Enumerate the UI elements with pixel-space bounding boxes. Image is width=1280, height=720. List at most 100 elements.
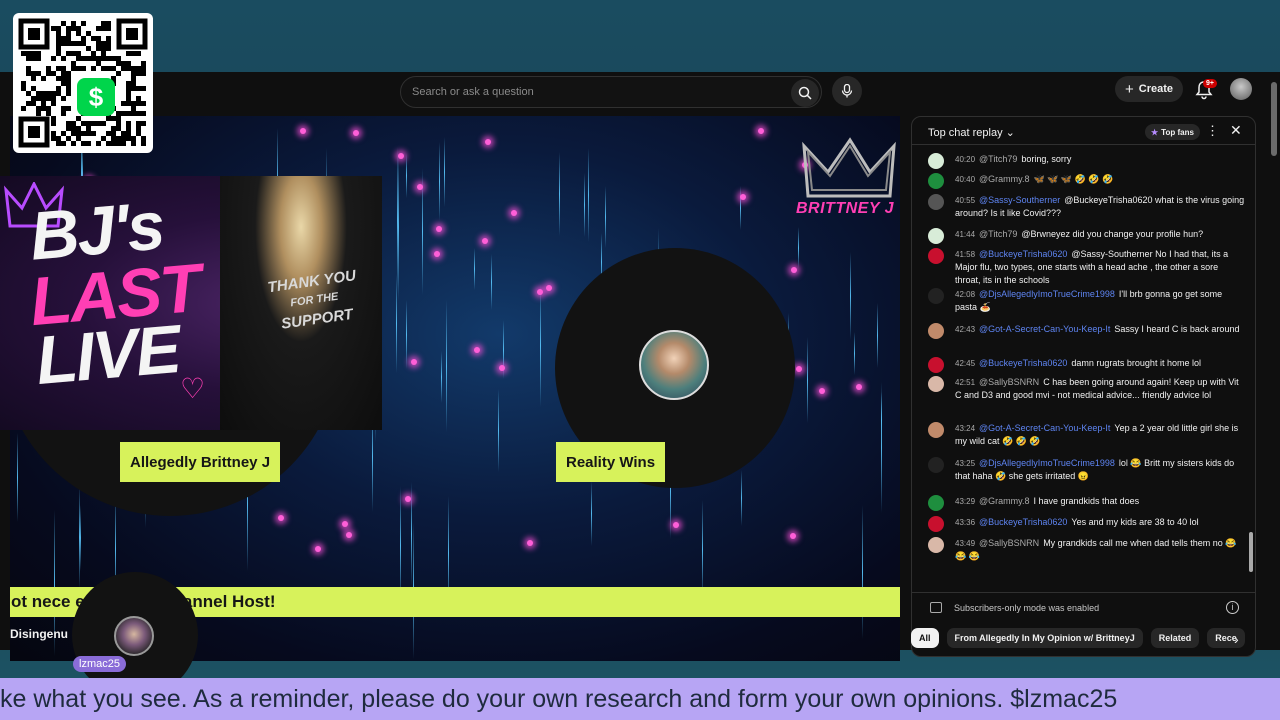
glow-dot xyxy=(342,521,348,527)
chat-author-avatar[interactable] xyxy=(928,228,944,244)
qr-module xyxy=(111,56,116,61)
chat-author-avatar[interactable] xyxy=(928,495,944,511)
voice-search-button[interactable] xyxy=(832,76,862,106)
qr-module xyxy=(56,51,61,56)
qr-module xyxy=(51,116,56,121)
related-filter-chips: All From Allegedly In My Opinion w/ Britt… xyxy=(911,628,1245,650)
qr-module xyxy=(66,71,71,76)
chat-author[interactable]: @Titch79 xyxy=(979,229,1017,239)
qr-module xyxy=(41,76,46,81)
qr-module xyxy=(101,51,106,56)
chat-author-avatar[interactable] xyxy=(928,153,944,169)
qr-module xyxy=(76,136,81,141)
qr-module xyxy=(36,56,41,61)
qr-module xyxy=(136,111,141,116)
qr-module xyxy=(121,61,126,66)
qr-module xyxy=(36,96,41,101)
qr-module xyxy=(31,96,36,101)
more-options-icon[interactable]: ⋮ xyxy=(1206,123,1219,139)
chat-text: I have grandkids that does xyxy=(1033,496,1140,506)
top-fans-label: Top fans xyxy=(1161,127,1194,137)
info-icon[interactable]: i xyxy=(1226,601,1239,614)
chat-message-body: 43:29 @Grammy.8 I have grandkids that does xyxy=(955,495,1246,508)
search-button[interactable] xyxy=(791,79,819,107)
chat-author[interactable]: @SallyBSNRN xyxy=(979,538,1039,548)
light-ray xyxy=(540,284,541,407)
chat-message-body: 43:36 @BuckeyeTrisha0620 Yes and my kids a… xyxy=(955,516,1246,529)
channel-name[interactable]: Disingenu xyxy=(10,627,68,641)
page-scrollbar-thumb[interactable] xyxy=(1271,82,1277,156)
chat-text: Sassy I heard C is back around xyxy=(1114,324,1240,334)
chat-author[interactable]: @DjsAllegedlyImoTrueCrime1998 xyxy=(979,289,1115,299)
qr-module xyxy=(61,66,66,71)
glow-dot xyxy=(856,384,862,390)
chat-author[interactable]: @SallyBSNRN xyxy=(979,377,1039,387)
chat-author-avatar[interactable] xyxy=(928,516,944,532)
page-scrollbar[interactable] xyxy=(1270,72,1278,650)
create-button[interactable]: + Create xyxy=(1115,76,1183,102)
qr-module xyxy=(106,36,111,41)
chat-author-avatar[interactable] xyxy=(928,248,944,264)
glow-dot xyxy=(405,496,411,502)
chat-message: 43:36 @BuckeyeTrisha0620 Yes and my kids a… xyxy=(928,516,1246,532)
qr-module xyxy=(136,86,141,91)
chat-author[interactable]: @BuckeyeTrisha0620 xyxy=(979,517,1067,527)
chat-author[interactable]: @Grammy.8 xyxy=(979,174,1029,184)
chat-author-avatar[interactable] xyxy=(928,376,944,392)
qr-module xyxy=(126,66,131,71)
chevron-right-icon[interactable]: › xyxy=(1234,631,1239,647)
light-ray xyxy=(406,153,407,198)
qr-module xyxy=(106,56,111,61)
chat-author[interactable]: @Titch79 xyxy=(979,154,1017,164)
filter-chip[interactable]: Rece xyxy=(1207,628,1245,648)
chat-author-avatar[interactable] xyxy=(928,288,944,304)
chat-author-avatar[interactable] xyxy=(928,173,944,189)
filter-chip[interactable]: Related xyxy=(1150,628,1200,648)
glow-dot xyxy=(740,194,746,200)
top-fans-button[interactable]: ★ Top fans xyxy=(1145,124,1200,140)
qr-module xyxy=(126,81,131,86)
chat-author-avatar[interactable] xyxy=(928,323,944,339)
light-ray xyxy=(491,254,492,310)
chat-author[interactable]: @Sassy-Southerner xyxy=(979,195,1060,205)
search-box[interactable]: Search or ask a question xyxy=(400,76,822,108)
chat-author[interactable]: @Got-A-Secret-Can-You-Keep-It xyxy=(979,423,1110,433)
qr-module xyxy=(106,66,111,71)
chat-author[interactable]: @Grammy.8 xyxy=(979,496,1029,506)
qr-module xyxy=(86,31,91,36)
filter-chip[interactable]: From Allegedly In My Opinion w/ Brittney… xyxy=(946,628,1143,648)
chat-author-avatar[interactable] xyxy=(928,422,944,438)
chat-author[interactable]: @BuckeyeTrisha0620 xyxy=(979,358,1067,368)
chat-message: 41:58 @BuckeyeTrisha0620 @Sassy-Southerner… xyxy=(928,248,1246,287)
qr-module xyxy=(61,71,66,76)
glow-dot xyxy=(300,128,306,134)
qr-module xyxy=(61,141,66,146)
qr-module xyxy=(141,136,146,141)
chat-author-avatar[interactable] xyxy=(928,537,944,553)
chat-author[interactable]: @BuckeyeTrisha0620 xyxy=(979,249,1067,259)
qr-module xyxy=(56,31,61,36)
qr-module xyxy=(71,26,76,31)
qr-module xyxy=(26,51,31,56)
chat-mode-dropdown[interactable]: Top chat replay ⌄ xyxy=(928,126,1015,139)
live-chat-panel: Top chat replay ⌄ ★ Top fans ⋮ ✕ 40:20 @Ti… xyxy=(911,116,1256,657)
qr-module xyxy=(96,61,101,66)
qr-module xyxy=(76,51,81,56)
light-ray xyxy=(444,137,445,207)
chat-author[interactable]: @Got-A-Secret-Can-You-Keep-It xyxy=(979,324,1110,334)
light-ray xyxy=(588,148,589,242)
chat-author-avatar[interactable] xyxy=(928,457,944,473)
qr-module xyxy=(51,131,56,136)
chat-author[interactable]: @DjsAllegedlyImoTrueCrime1998 xyxy=(979,458,1115,468)
chat-text: Yes and my kids are 38 to 40 lol xyxy=(1071,517,1199,527)
search-input[interactable]: Search or ask a question xyxy=(412,86,534,98)
heart-icon: ♡ xyxy=(180,373,206,404)
chat-scrollbar-thumb[interactable] xyxy=(1249,532,1253,572)
light-ray xyxy=(591,481,592,546)
chat-author-avatar[interactable] xyxy=(928,357,944,373)
chat-author-avatar[interactable] xyxy=(928,194,944,210)
close-icon[interactable]: ✕ xyxy=(1230,122,1242,139)
chat-timestamp: 43:49 xyxy=(955,539,976,548)
account-avatar[interactable] xyxy=(1230,78,1252,100)
filter-chip[interactable]: All xyxy=(911,628,939,648)
